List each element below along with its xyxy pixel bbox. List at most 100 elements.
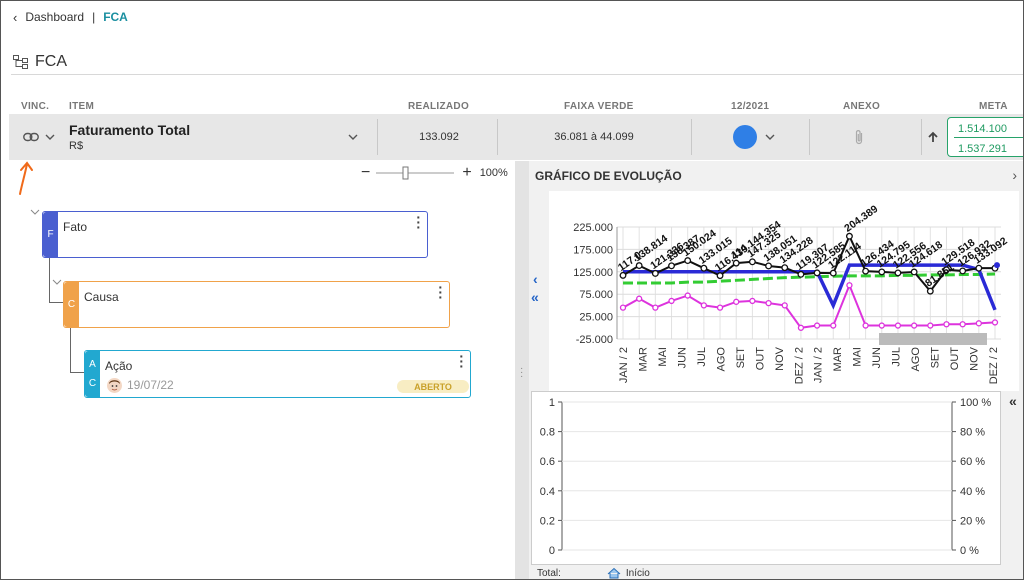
link-control[interactable] bbox=[17, 114, 62, 160]
y-tick-label: 125.000 bbox=[573, 267, 613, 279]
meta-box: 1.514.100 1.537.291 bbox=[947, 117, 1023, 157]
y-tick-label-right: 60 % bbox=[960, 456, 985, 468]
x-tick-label: JUL bbox=[891, 347, 903, 367]
series-point bbox=[846, 282, 853, 289]
y-tick-label: 75.000 bbox=[579, 289, 613, 301]
evolution-chart-svg: 225.000 175.000 125.000 75.000 25.000 -25.000… bbox=[573, 203, 1010, 384]
x-tick-label: SET bbox=[930, 347, 942, 369]
double-chevron-left-icon[interactable]: « bbox=[1009, 393, 1017, 409]
series-point bbox=[813, 322, 821, 329]
tree-connector bbox=[49, 302, 63, 303]
more-options-icon[interactable]: · · · bbox=[438, 280, 443, 304]
series-point bbox=[668, 297, 675, 305]
x-tick-label: NOV bbox=[774, 346, 786, 371]
faixa-verde-value: 36.081 à 44.099 bbox=[554, 131, 634, 143]
chart-panel-title: GRÁFICO DE EVOLUÇÃO bbox=[535, 169, 682, 183]
series-line bbox=[622, 282, 996, 329]
x-tick-label: SET bbox=[735, 347, 747, 369]
y-tick-label-left: 0.4 bbox=[540, 486, 555, 498]
panel-splitter[interactable]: · · · bbox=[515, 161, 529, 579]
attachment-button[interactable] bbox=[847, 114, 871, 160]
series-point bbox=[684, 292, 691, 299]
zoom-slider[interactable] bbox=[374, 166, 456, 180]
page-title-text: FCA bbox=[35, 53, 67, 70]
node-type-tab: C bbox=[64, 282, 79, 327]
tree-connector bbox=[70, 328, 71, 372]
node-date: 19/07/22 bbox=[127, 378, 174, 392]
x-tick-label: MAR bbox=[637, 347, 649, 372]
y-tick-label-right: 0 % bbox=[960, 545, 979, 557]
zoom-out-button[interactable]: − bbox=[361, 164, 370, 182]
status-dot[interactable] bbox=[733, 125, 757, 149]
series-point bbox=[910, 322, 918, 329]
footer-inicio-link[interactable]: Início bbox=[626, 568, 650, 579]
x-tick-label: JUL bbox=[696, 347, 708, 367]
y-tick-label: 175.000 bbox=[573, 244, 613, 256]
chevron-right-icon[interactable]: › bbox=[1012, 167, 1017, 183]
series-point bbox=[943, 321, 950, 328]
series-point bbox=[797, 324, 805, 331]
col-header-period: 12/2021 bbox=[731, 101, 770, 112]
meta-value-1: 1.514.100 bbox=[958, 123, 1007, 135]
chart-scrollbar bbox=[879, 333, 987, 345]
item-unit: R$ bbox=[69, 140, 84, 152]
y-tick-label-left: 0.2 bbox=[540, 515, 555, 527]
double-chevron-left-icon[interactable]: « bbox=[531, 289, 539, 305]
breadcrumb-dashboard-link[interactable]: Dashboard bbox=[25, 10, 84, 24]
col-header-item: ITEM bbox=[69, 101, 95, 112]
tree-collapse-fato[interactable] bbox=[30, 208, 40, 216]
col-header-realizado: REALIZADO bbox=[408, 101, 470, 112]
chevron-down-icon[interactable] bbox=[43, 132, 57, 142]
col-header-faixa-verde: FAIXA VERDE bbox=[564, 101, 634, 112]
data-label: 204.389 bbox=[842, 203, 880, 235]
chart-footer: Total: Início bbox=[529, 565, 1001, 579]
x-tick-label: AGO bbox=[910, 347, 922, 372]
tree-node-acao[interactable]: A C Ação 19/07/22 ABERTO · · · bbox=[84, 349, 471, 398]
x-tick-label: JAN / 2 bbox=[813, 347, 825, 383]
series-point bbox=[959, 321, 966, 328]
series-point bbox=[619, 304, 627, 311]
series-point bbox=[781, 302, 788, 309]
hierarchy-icon bbox=[13, 55, 28, 69]
series-point bbox=[878, 322, 885, 329]
zoom-control: − + 100% bbox=[361, 164, 508, 182]
x-tick-label: DEZ / 2 bbox=[988, 347, 1000, 384]
chevron-left-icon[interactable]: ‹ bbox=[13, 10, 17, 25]
more-options-icon[interactable]: · · · bbox=[416, 210, 421, 234]
y-tick-label-right: 20 % bbox=[960, 515, 985, 527]
tree-node-fato[interactable]: F Fato · · · bbox=[42, 210, 428, 258]
sort-up-button[interactable] bbox=[923, 114, 943, 160]
y-tick-label: 225.000 bbox=[573, 222, 613, 234]
title-divider bbox=[11, 74, 1023, 75]
paperclip-icon[interactable] bbox=[854, 128, 864, 146]
chevron-down-icon[interactable] bbox=[346, 132, 360, 142]
status-selector[interactable] bbox=[725, 114, 785, 160]
item-dropdown[interactable] bbox=[343, 114, 363, 160]
tree-collapse-causa[interactable] bbox=[52, 278, 62, 286]
series-point bbox=[862, 322, 869, 329]
series-point bbox=[749, 297, 756, 305]
series-point bbox=[733, 298, 740, 305]
y-tick-label: 25.000 bbox=[579, 312, 613, 324]
x-tick-label: AGO bbox=[715, 347, 727, 372]
series-point bbox=[975, 320, 982, 327]
x-tick-label: JUN bbox=[871, 347, 883, 368]
y-tick-label-left: 0 bbox=[549, 545, 555, 557]
zoom-in-button[interactable]: + bbox=[462, 164, 471, 182]
tree-node-causa[interactable]: C Causa · · · bbox=[63, 280, 450, 328]
column-divider bbox=[497, 119, 498, 155]
home-icon[interactable] bbox=[607, 567, 621, 579]
link-icon[interactable] bbox=[22, 132, 39, 142]
chevron-left-icon[interactable]: ‹ bbox=[533, 271, 538, 287]
more-options-icon[interactable]: · · · bbox=[459, 349, 464, 373]
breadcrumb-current: FCA bbox=[103, 10, 128, 24]
drag-handle-icon[interactable]: · · · bbox=[520, 364, 523, 382]
chevron-down-icon[interactable] bbox=[763, 132, 777, 142]
arrow-up-icon[interactable] bbox=[927, 131, 939, 143]
column-divider bbox=[691, 119, 692, 155]
col-header-anexo: ANEXO bbox=[843, 101, 881, 112]
series-point bbox=[700, 302, 708, 309]
x-tick-label: MAR bbox=[832, 347, 844, 372]
x-tick-label: MAI bbox=[657, 347, 669, 367]
realizado-value: 133.092 bbox=[419, 131, 459, 143]
